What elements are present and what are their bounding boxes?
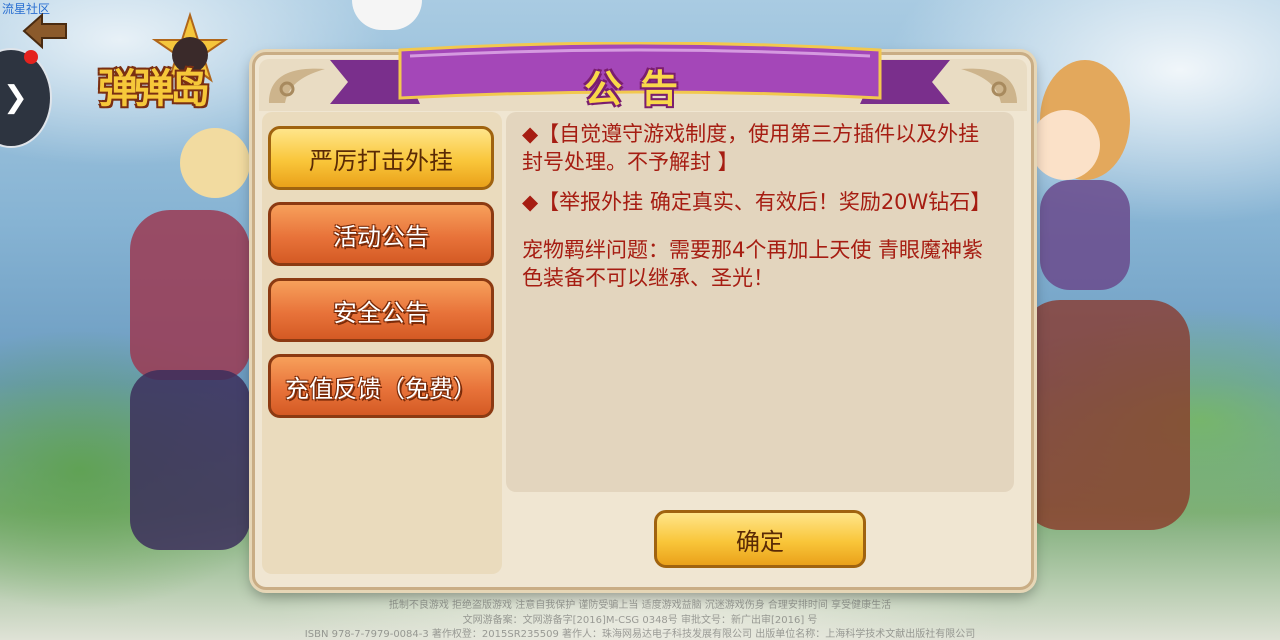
footer-legal-line: 文网游备案：文网游备字[2016]M-CSG 0348号 审批文号：新广出审[2… (462, 615, 818, 626)
announcement-content: ◆【自觉遵守游戏制度，使用第三方插件以及外挂封号处理。不予解封 】 ◆【举报外挂… (506, 112, 1014, 492)
announcement-paragraph: ◆【自觉遵守游戏制度，使用第三方插件以及外挂封号处理。不予解封 】 (522, 122, 980, 174)
dialog-title: 公告 (583, 67, 696, 111)
background-character-right-lower (1020, 300, 1190, 530)
corner-ornament-icon (269, 68, 325, 103)
back-arrow-icon[interactable] (22, 12, 68, 50)
confirm-button[interactable]: 确定 (654, 510, 866, 568)
corner-ornament-icon (961, 68, 1017, 103)
tab-security-announcement[interactable]: 安全公告 (268, 278, 494, 342)
tab-event-announcement[interactable]: 活动公告 (268, 202, 494, 266)
background-mascot (352, 0, 422, 30)
announcement-paragraph: 宠物羁绊问题：需要那4个再加上天使 青眼魔神紫色装备不可以继承、圣光！ (522, 238, 984, 290)
tab-recharge-feedback[interactable]: 充值反馈（免费） (268, 354, 494, 418)
background-character-left-head (180, 128, 250, 198)
background-character-left-lower (130, 370, 250, 550)
announcement-paragraph: ◆【举报外挂 确定真实、有效后！奖励20W钻石】 (522, 190, 992, 214)
chevron-right-icon: ❯ (2, 80, 28, 115)
game-logo-text: 弹弹岛 (98, 66, 210, 112)
background-character-right-face (1030, 110, 1100, 180)
notification-dot-icon (24, 50, 38, 64)
tab-anti-cheat[interactable]: 严厉打击外挂 (268, 126, 494, 190)
footer-legal-line: ISBN 978-7-7979-0084-3 著作权登：2015SR235509… (304, 629, 976, 640)
footer-legal-line: 抵制不良游戏 拒绝盗版游戏 注意自我保护 谨防受骗上当 适度游戏益脑 沉迷游戏伤… (388, 600, 892, 611)
background-character-left (130, 210, 250, 380)
side-menu-toggle-button[interactable]: ❯ (0, 48, 52, 148)
background-character-right-body (1040, 180, 1130, 290)
